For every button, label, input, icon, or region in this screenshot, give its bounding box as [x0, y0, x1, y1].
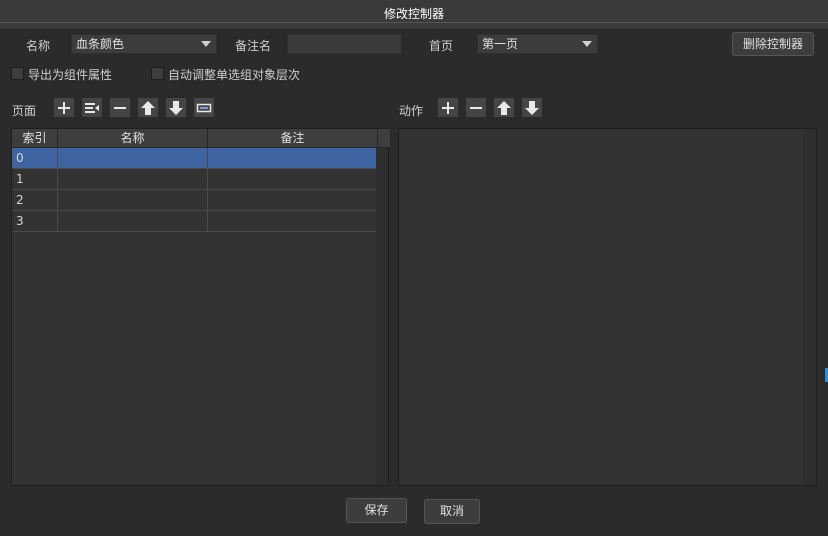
home-page-dropdown[interactable]: 第一页: [477, 34, 598, 54]
plus-icon: [58, 102, 70, 114]
row-name[interactable]: [58, 190, 208, 210]
row-name[interactable]: [58, 211, 208, 231]
arrow-up-icon: [141, 101, 155, 115]
row-remark[interactable]: [208, 148, 378, 168]
table-row[interactable]: 2: [12, 190, 378, 211]
table-row[interactable]: 1: [12, 169, 378, 190]
pages-table[interactable]: 索引 名称 备注 0 1 2 3: [11, 128, 390, 486]
title-divider: [0, 22, 828, 23]
cancel-button[interactable]: 取消: [424, 499, 480, 524]
name-label: 名称: [26, 39, 51, 53]
add-action-button[interactable]: [437, 97, 459, 118]
minus-icon: [470, 107, 482, 109]
remark-label: 备注名: [235, 39, 272, 53]
add-page-button[interactable]: [53, 97, 75, 118]
arrow-up-icon: [497, 101, 511, 115]
minus-icon: [114, 107, 126, 109]
insert-page-button[interactable]: [81, 97, 103, 118]
name-dropdown[interactable]: 血条颜色: [71, 34, 217, 54]
chevron-down-icon: [582, 41, 592, 47]
column-header-name[interactable]: 名称: [58, 129, 208, 148]
move-action-up-button[interactable]: [493, 97, 515, 118]
row-remark[interactable]: [208, 169, 378, 189]
row-remark[interactable]: [208, 190, 378, 210]
save-button[interactable]: 保存: [346, 498, 407, 523]
export-checkbox[interactable]: [11, 67, 24, 80]
move-page-up-button[interactable]: [137, 97, 159, 118]
actions-list-scrollbar[interactable]: [803, 129, 816, 485]
table-row[interactable]: 0: [12, 148, 378, 169]
row-remark[interactable]: [208, 211, 378, 231]
plus-icon: [442, 102, 454, 114]
arrow-down-icon: [525, 101, 539, 115]
home-label: 首页: [429, 39, 454, 53]
pages-table-header: 索引 名称 备注: [12, 129, 390, 148]
chevron-down-icon: [201, 41, 211, 47]
row-index: 1: [12, 169, 58, 189]
auto-adjust-checkbox-label: 自动调整单选组对象层次: [168, 68, 301, 82]
window-title: 修改控制器: [383, 7, 444, 21]
row-name[interactable]: [58, 148, 208, 168]
actions-label: 动作: [399, 104, 424, 118]
insert-list-icon: [85, 103, 99, 113]
arrow-down-icon: [169, 101, 183, 115]
row-index: 0: [12, 148, 58, 168]
column-header-index[interactable]: 索引: [12, 129, 58, 148]
pages-table-scrollbar[interactable]: [376, 148, 388, 485]
title-bar: 修改控制器: [0, 0, 828, 30]
name-dropdown-value: 血条颜色: [76, 37, 125, 51]
pages-label: 页面: [12, 104, 37, 118]
remark-input[interactable]: [287, 34, 402, 54]
row-index: 3: [12, 211, 58, 231]
actions-list[interactable]: [398, 128, 817, 486]
remove-action-button[interactable]: [465, 97, 487, 118]
delete-controller-button[interactable]: 删除控制器: [732, 32, 814, 56]
edit-page-button[interactable]: [193, 97, 215, 118]
rename-field-icon: [196, 103, 212, 113]
remove-page-button[interactable]: [109, 97, 131, 118]
auto-adjust-checkbox[interactable]: [151, 67, 164, 80]
export-checkbox-label: 导出为组件属性: [28, 68, 113, 82]
move-page-down-button[interactable]: [165, 97, 187, 118]
row-index: 2: [12, 190, 58, 210]
column-header-remark[interactable]: 备注: [208, 129, 378, 148]
row-name[interactable]: [58, 169, 208, 189]
table-row[interactable]: 3: [12, 211, 378, 232]
move-action-down-button[interactable]: [521, 97, 543, 118]
home-page-value: 第一页: [482, 37, 519, 51]
